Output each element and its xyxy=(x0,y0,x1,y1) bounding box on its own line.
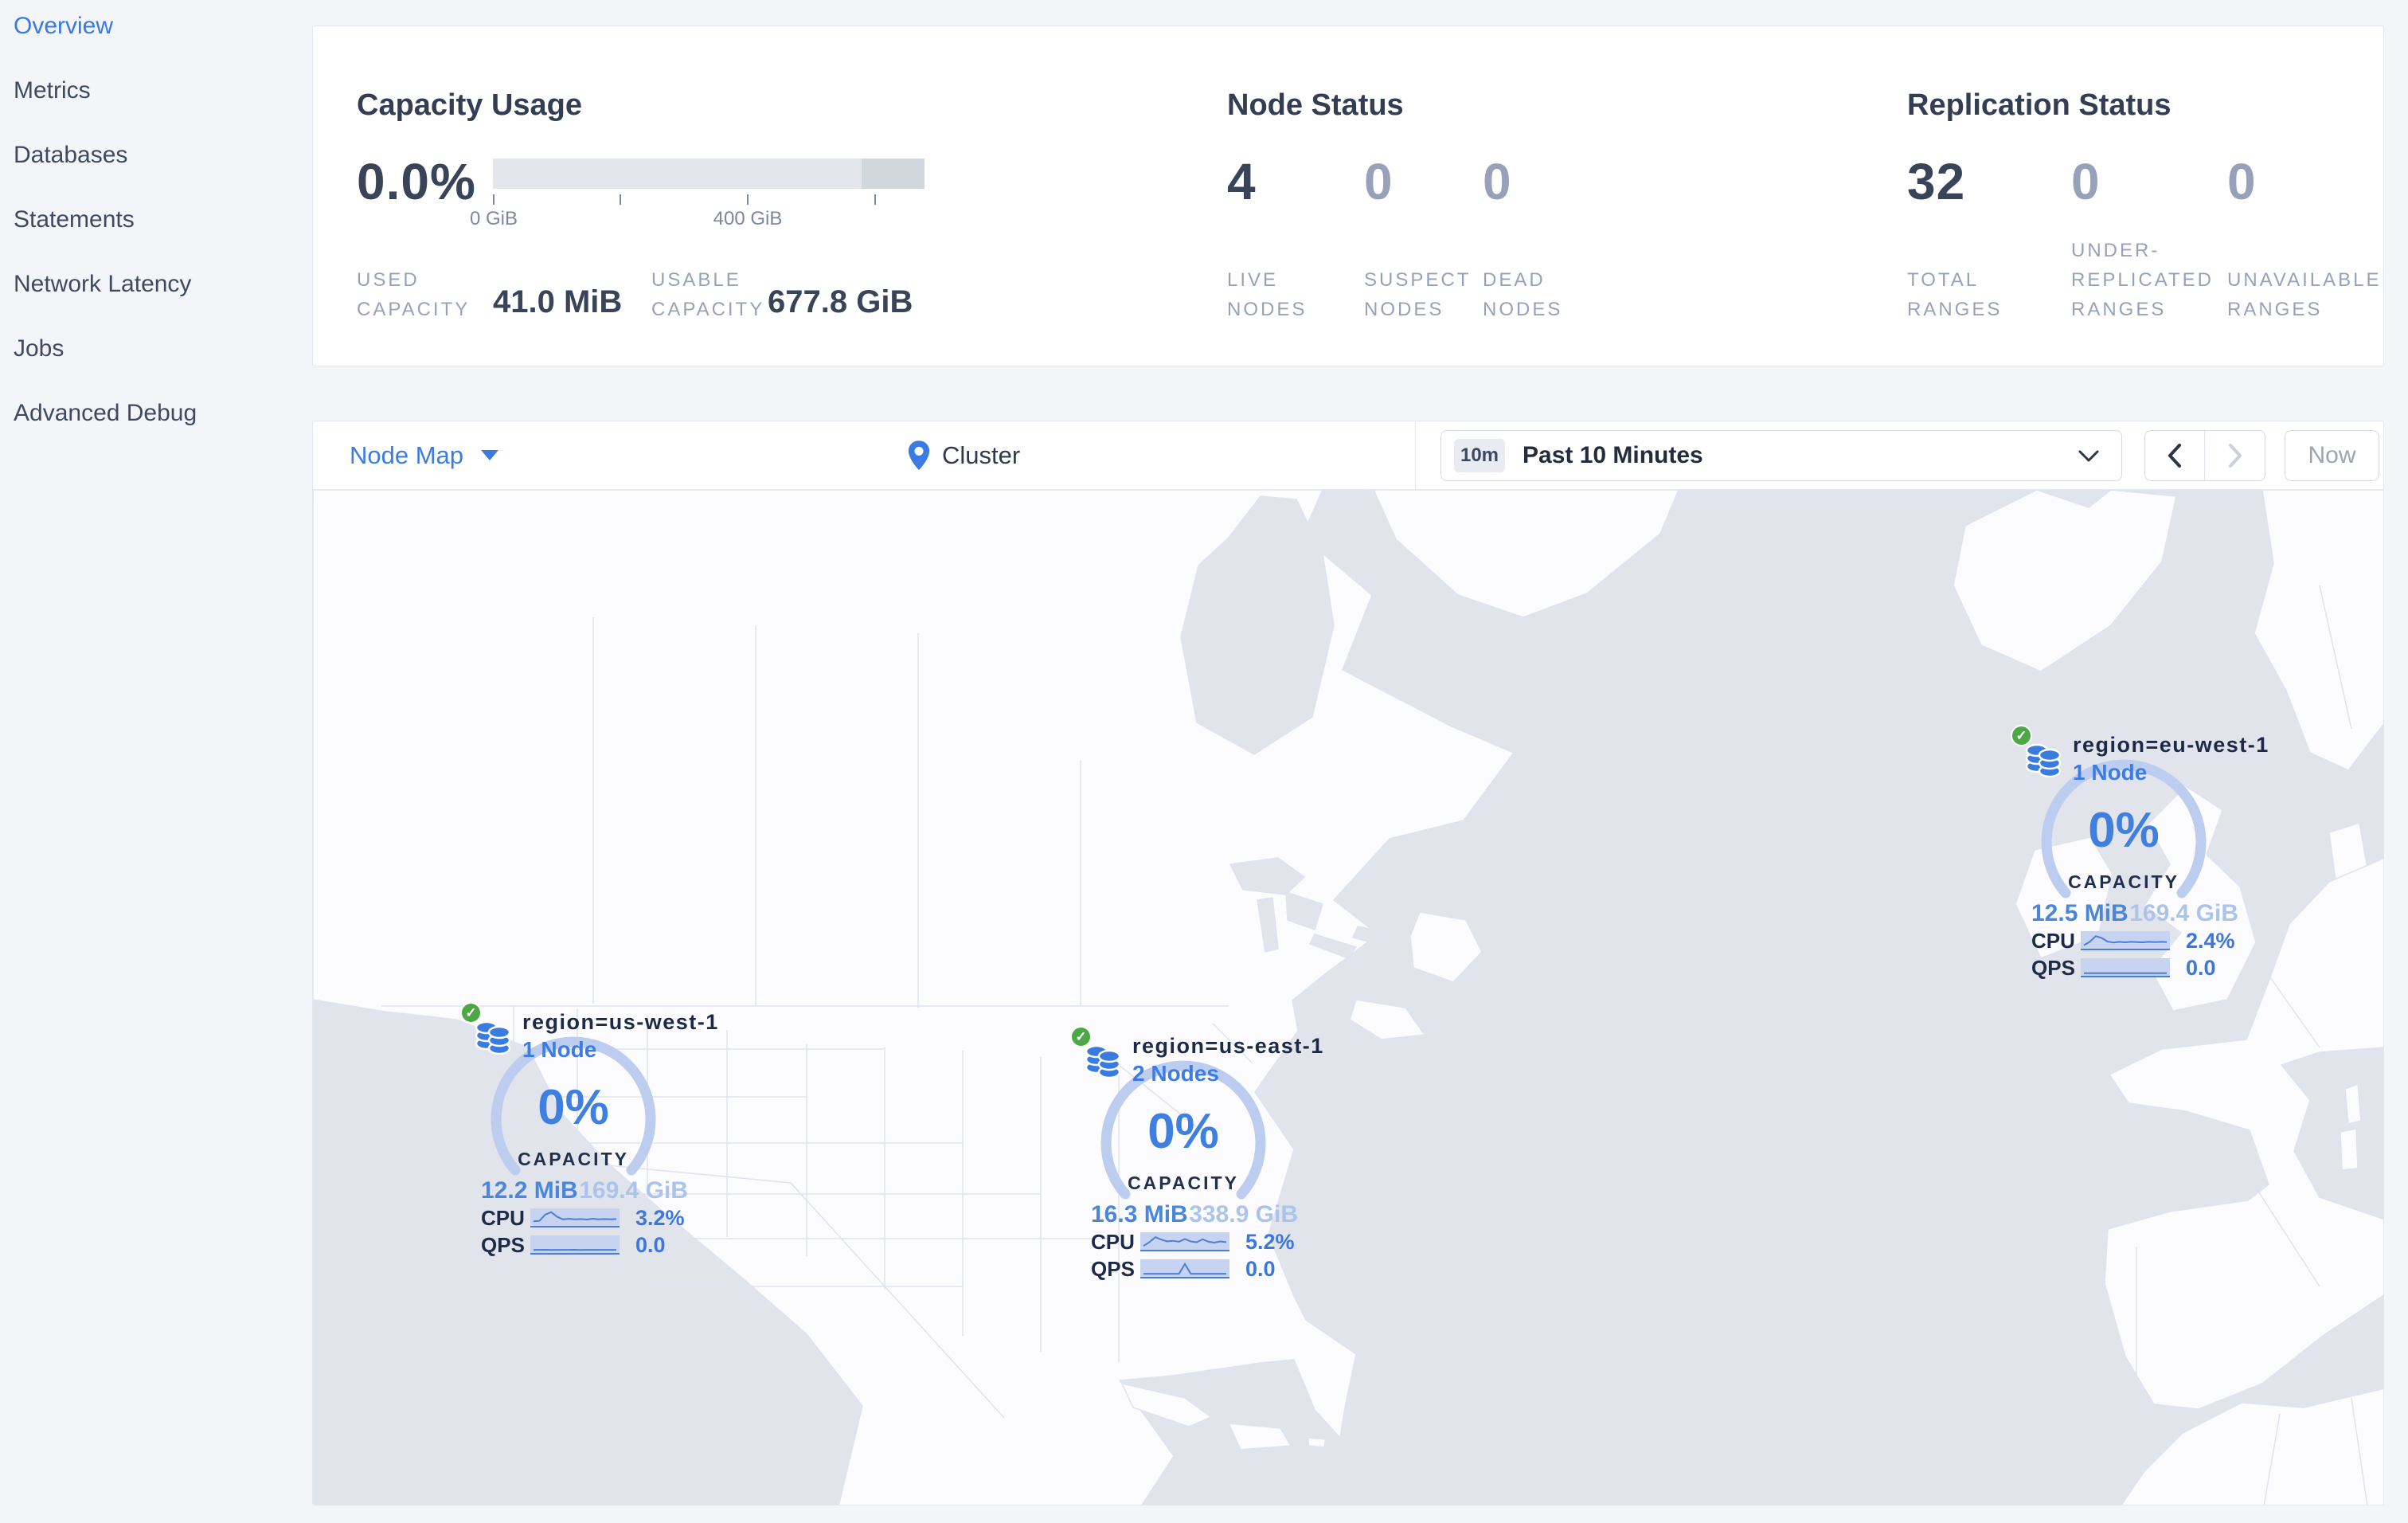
database-stack-icon[interactable] xyxy=(475,1016,513,1055)
world-map-graphic xyxy=(313,490,2383,1505)
time-range-prev-button[interactable] xyxy=(2145,431,2205,480)
cpu-label: CPU xyxy=(1091,1229,1135,1254)
region-usable-capacity: 169.4 GiB xyxy=(2129,900,2238,926)
sidebar-item-jobs[interactable]: Jobs xyxy=(0,316,316,381)
region-capacity-label: CAPACITY xyxy=(1128,1173,1239,1193)
region-capacity-percent: 0% xyxy=(1147,1104,1219,1159)
total-ranges-value: 32 xyxy=(1907,153,1966,210)
usable-capacity-label: USABLE CAPACITY xyxy=(651,269,765,320)
time-range-step-buttons xyxy=(2144,430,2265,481)
region-used-capacity: 12.5 MiB xyxy=(2031,900,2128,926)
capacity-usage-bar-tail xyxy=(862,159,924,189)
cpu-value: 2.4% xyxy=(2186,928,2235,953)
region-usable-capacity: 169.4 GiB xyxy=(579,1177,688,1204)
qps-value: 0.0 xyxy=(1245,1256,1276,1281)
region-used-capacity: 16.3 MiB xyxy=(1091,1201,1188,1227)
unavailable-ranges-value: 0 xyxy=(2227,153,2257,210)
capacity-usage-bar xyxy=(493,159,924,189)
live-nodes-label: LIVE NODES xyxy=(1227,269,1308,320)
unavailable-ranges-label: UNAVAILABLE RANGES xyxy=(2227,269,2382,320)
capacity-usage-percent: 0.0% xyxy=(357,153,476,210)
time-range-dropdown[interactable]: 10m Past 10 Minutes xyxy=(1440,430,2122,481)
breadcrumb[interactable]: Cluster xyxy=(907,421,1020,489)
region-capacity-label: CAPACITY xyxy=(518,1149,629,1169)
qps-sparkline xyxy=(1140,1259,1229,1278)
chevron-right-icon xyxy=(2228,444,2242,468)
location-pin-icon xyxy=(908,440,930,470)
database-stack-icon[interactable] xyxy=(1085,1040,1123,1079)
cpu-label: CPU xyxy=(481,1205,525,1230)
database-stack-icon[interactable] xyxy=(2025,739,2063,777)
region-name: region=us-east-1 xyxy=(1132,1034,1324,1058)
chevron-left-icon xyxy=(2168,444,2181,468)
sidebar-item-advanced-debug[interactable]: Advanced Debug xyxy=(0,381,316,445)
qps-value: 0.0 xyxy=(635,1232,666,1257)
capacity-axis-tick xyxy=(620,194,621,205)
now-button[interactable]: Now xyxy=(2285,430,2379,481)
sidebar-item-statements[interactable]: Statements xyxy=(0,187,316,252)
region-used-capacity: 12.2 MiB xyxy=(481,1177,578,1204)
region-marker-us-east-1: ✓ region=us-east-1 2 Nodes 0% CAPACITY 1… xyxy=(1056,1024,1323,1287)
suspect-nodes-value: 0 xyxy=(1364,153,1394,210)
chevron-down-icon xyxy=(2078,450,2099,462)
qps-value: 0.0 xyxy=(2186,955,2216,980)
cluster-summary-panel: Capacity Usage 0.0% 0 GiB 400 GiB USED C… xyxy=(312,25,2384,366)
dead-nodes-label: DEAD NODES xyxy=(1483,269,1563,320)
used-capacity-label: USED CAPACITY xyxy=(357,269,471,320)
toolbar-divider xyxy=(1415,421,1416,489)
usable-capacity-value: 677.8 GiB xyxy=(768,284,913,319)
qps-label: QPS xyxy=(481,1232,525,1257)
region-node-count-link[interactable]: 1 Node xyxy=(2073,760,2147,785)
qps-label: QPS xyxy=(1091,1256,1135,1281)
cpu-value: 5.2% xyxy=(1245,1229,1295,1254)
qps-sparkline xyxy=(2081,958,2170,977)
view-selector-label: Node Map xyxy=(350,440,464,469)
cpu-sparkline xyxy=(2081,931,2170,950)
cpu-label: CPU xyxy=(2031,928,2075,953)
time-range-label: Past 10 Minutes xyxy=(1523,442,1703,468)
node-status-title: Node Status xyxy=(1227,88,1404,122)
time-range-badge: 10m xyxy=(1454,439,1505,472)
map-toolbar: Node Map Cluster 10m Past 10 Minutes Now xyxy=(313,421,2383,490)
region-capacity-percent: 0% xyxy=(538,1080,609,1135)
time-range-next-button[interactable] xyxy=(2205,431,2265,480)
cpu-value: 3.2% xyxy=(635,1205,685,1230)
capacity-axis-tick xyxy=(874,194,876,205)
capacity-axis-tick xyxy=(493,194,494,205)
capacity-axis-tick xyxy=(747,194,749,205)
region-node-count-link[interactable]: 1 Node xyxy=(522,1037,596,1063)
under-replicated-ranges-value: 0 xyxy=(2071,153,2101,210)
live-nodes-value: 4 xyxy=(1227,153,1257,210)
under-replicated-ranges-label: UNDER-REPLICATED RANGES xyxy=(2071,240,2214,320)
node-map[interactable]: ✓ region=us-west-1 1 Node 0% CAPACITY 12… xyxy=(313,490,2383,1505)
region-node-count-link[interactable]: 2 Nodes xyxy=(1132,1061,1219,1086)
view-selector-dropdown[interactable]: Node Map xyxy=(350,421,499,489)
region-capacity-label: CAPACITY xyxy=(2068,871,2179,892)
cpu-sparkline xyxy=(530,1208,620,1227)
region-name: region=eu-west-1 xyxy=(2073,733,2269,757)
region-capacity-percent: 0% xyxy=(2088,803,2160,858)
breadcrumb-label: Cluster xyxy=(942,440,1021,469)
replication-status-title: Replication Status xyxy=(1907,88,2172,122)
used-capacity-value: 41.0 MiB xyxy=(493,284,623,319)
sidebar-item-databases[interactable]: Databases xyxy=(0,123,316,187)
sidebar: Overview Metrics Databases Statements Ne… xyxy=(0,0,316,1523)
sidebar-item-metrics[interactable]: Metrics xyxy=(0,58,316,123)
node-map-panel: Node Map Cluster 10m Past 10 Minutes Now… xyxy=(312,421,2384,1505)
capacity-usage-title: Capacity Usage xyxy=(357,88,583,122)
caret-down-icon xyxy=(481,450,499,460)
qps-sparkline xyxy=(530,1235,620,1255)
qps-label: QPS xyxy=(2031,955,2075,980)
region-name: region=us-west-1 xyxy=(522,1010,719,1034)
region-marker-eu-west-1: ✓ region=eu-west-1 1 Node 0% CAPACITY 12… xyxy=(1996,723,2268,986)
region-usable-capacity: 338.9 GiB xyxy=(1189,1201,1298,1227)
sidebar-item-network-latency[interactable]: Network Latency xyxy=(0,252,316,316)
suspect-nodes-label: SUSPECT NODES xyxy=(1364,269,1471,320)
sidebar-item-overview[interactable]: Overview xyxy=(0,0,316,58)
dead-nodes-value: 0 xyxy=(1483,153,1512,210)
region-marker-us-west-1: ✓ region=us-west-1 1 Node 0% CAPACITY 12… xyxy=(446,1000,717,1263)
cpu-sparkline xyxy=(1140,1232,1229,1251)
total-ranges-label: TOTAL RANGES xyxy=(1907,269,2003,320)
